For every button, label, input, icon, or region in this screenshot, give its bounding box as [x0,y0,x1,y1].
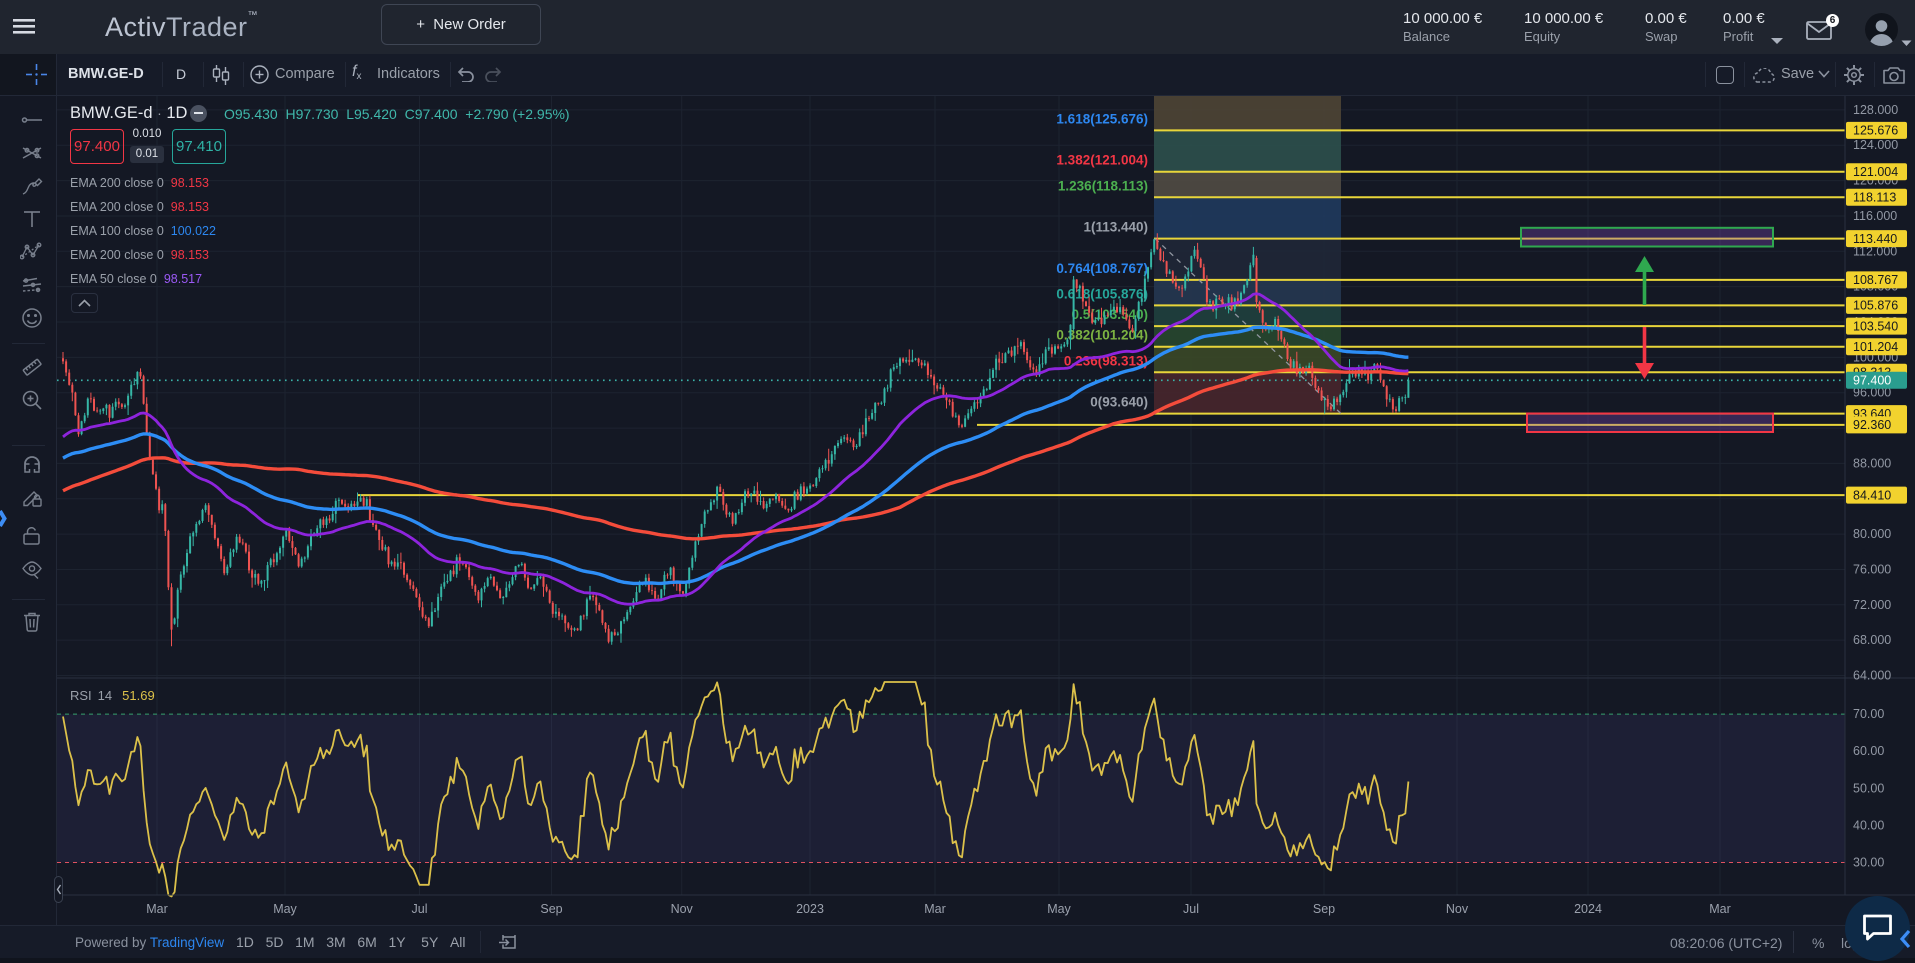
svg-text:88.000: 88.000 [1853,456,1891,470]
svg-text:Mar: Mar [1709,902,1731,916]
svg-text:2023: 2023 [796,902,824,916]
svg-text:105.876: 105.876 [1853,299,1898,313]
svg-text:1.618(125.676): 1.618(125.676) [1056,111,1148,126]
svg-text:May: May [273,902,297,916]
svg-text:1.236(118.113): 1.236(118.113) [1058,178,1148,193]
svg-text:0.618(105.876): 0.618(105.876) [1056,286,1148,301]
svg-text:2024: 2024 [1574,902,1602,916]
svg-text:125.676: 125.676 [1853,124,1898,138]
svg-text:0.764(108.767): 0.764(108.767) [1056,261,1148,276]
svg-text:103.540: 103.540 [1853,319,1898,333]
svg-text:121.004: 121.004 [1853,165,1898,179]
svg-text:30.00: 30.00 [1853,856,1884,870]
svg-text:76.000: 76.000 [1853,563,1891,577]
svg-text:Jul: Jul [412,902,428,916]
svg-text:72.000: 72.000 [1853,598,1891,612]
svg-text:92.360: 92.360 [1853,418,1891,432]
svg-text:Mar: Mar [924,902,946,916]
svg-text:116.000: 116.000 [1853,209,1897,223]
svg-text:Mar: Mar [146,902,168,916]
svg-text:113.440: 113.440 [1853,232,1897,246]
svg-text:Nov: Nov [671,902,694,916]
svg-text:124.000: 124.000 [1853,138,1898,152]
svg-text:84.410: 84.410 [1853,488,1891,502]
svg-text:0(93.640): 0(93.640) [1090,395,1148,410]
svg-text:64.000: 64.000 [1853,669,1891,683]
svg-text:108.767: 108.767 [1853,273,1898,287]
svg-text:50.00: 50.00 [1853,781,1884,795]
svg-text:97.400: 97.400 [1853,374,1891,388]
svg-text:RSI1451.69: RSI1451.69 [70,688,155,703]
svg-text:40.00: 40.00 [1853,818,1884,832]
svg-text:Jul: Jul [1183,902,1199,916]
svg-text:68.000: 68.000 [1853,633,1891,647]
svg-text:Nov: Nov [1446,902,1469,916]
svg-text:60.00: 60.00 [1853,744,1884,758]
svg-text:118.113: 118.113 [1853,191,1896,205]
svg-text:101.204: 101.204 [1853,340,1898,354]
svg-text:May: May [1047,902,1071,916]
svg-text:Sep: Sep [1313,902,1335,916]
svg-text:80.000: 80.000 [1853,527,1891,541]
svg-text:Sep: Sep [540,902,562,916]
svg-text:128.000: 128.000 [1853,103,1898,117]
svg-text:70.00: 70.00 [1853,707,1884,721]
svg-text:1(113.440): 1(113.440) [1083,220,1148,235]
svg-text:1.382(121.004): 1.382(121.004) [1056,153,1148,168]
